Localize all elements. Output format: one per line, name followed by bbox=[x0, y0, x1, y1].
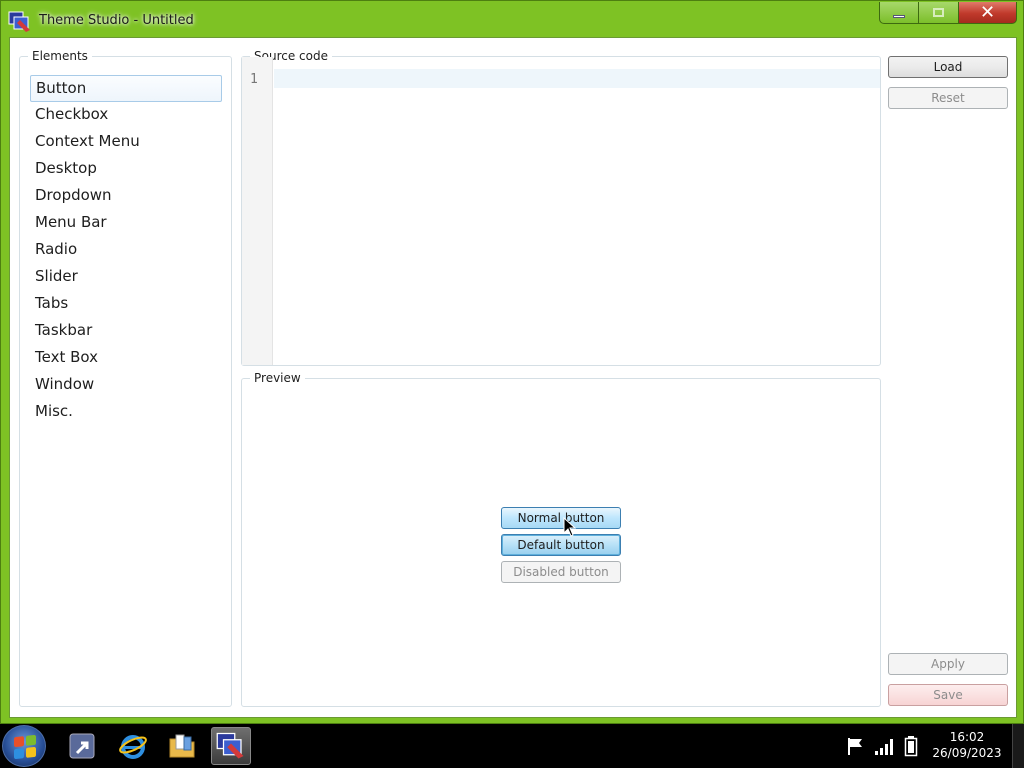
element-item-misc[interactable]: Misc. bbox=[30, 399, 222, 426]
load-button[interactable]: Load bbox=[888, 56, 1008, 78]
taskbar-file-explorer[interactable] bbox=[162, 727, 202, 765]
normal-button[interactable]: Normal button bbox=[501, 507, 621, 529]
taskbar-theme-studio[interactable] bbox=[211, 727, 251, 765]
line-number: 1 bbox=[250, 72, 258, 87]
network-signal-icon[interactable] bbox=[874, 736, 896, 756]
theme-studio-app-icon[interactable] bbox=[8, 10, 32, 34]
reset-button: Reset bbox=[888, 87, 1008, 109]
apply-button: Apply bbox=[888, 653, 1008, 675]
source-code-editor[interactable] bbox=[274, 69, 880, 88]
element-item-dropdown[interactable]: Dropdown bbox=[30, 183, 222, 210]
show-desktop-button[interactable] bbox=[1012, 724, 1024, 768]
element-item-window[interactable]: Window bbox=[30, 372, 222, 399]
save-button: Save bbox=[888, 684, 1008, 706]
taskbar: 16:02 26/09/2023 bbox=[0, 724, 1024, 768]
elements-group-label: Elements bbox=[28, 49, 92, 63]
source-code-group: Source code 1 bbox=[241, 49, 881, 366]
element-item-tabs[interactable]: Tabs bbox=[30, 291, 222, 318]
caption-buttons: ✕ bbox=[879, 2, 1017, 24]
elements-group: Elements Button Checkbox Context Menu De… bbox=[19, 49, 232, 707]
preview-label: Preview bbox=[250, 371, 305, 385]
taskbar-internet-explorer[interactable] bbox=[113, 727, 153, 765]
element-item-menu-bar[interactable]: Menu Bar bbox=[30, 210, 222, 237]
elements-list: Button Checkbox Context Menu Desktop Dro… bbox=[30, 75, 222, 426]
element-item-radio[interactable]: Radio bbox=[30, 237, 222, 264]
element-item-taskbar[interactable]: Taskbar bbox=[30, 318, 222, 345]
close-icon: ✕ bbox=[979, 1, 996, 23]
element-item-desktop[interactable]: Desktop bbox=[30, 156, 222, 183]
element-item-checkbox[interactable]: Checkbox bbox=[30, 102, 222, 129]
maximize-icon bbox=[933, 8, 944, 17]
element-item-context-menu[interactable]: Context Menu bbox=[30, 129, 222, 156]
element-item-button[interactable]: Button bbox=[30, 75, 222, 102]
clock-date: 26/09/2023 bbox=[932, 746, 1002, 760]
taskbar-clock[interactable]: 16:02 26/09/2023 bbox=[932, 729, 1002, 761]
folder-icon bbox=[169, 734, 195, 758]
battery-icon[interactable] bbox=[904, 735, 918, 757]
default-button[interactable]: Default button bbox=[501, 534, 621, 556]
maximize-button[interactable] bbox=[919, 2, 959, 24]
line-number-gutter: 1 bbox=[242, 57, 273, 365]
close-button[interactable]: ✕ bbox=[959, 2, 1017, 24]
start-button[interactable] bbox=[2, 725, 46, 767]
clock-time: 16:02 bbox=[949, 730, 985, 744]
system-tray bbox=[846, 724, 918, 768]
title-bar[interactable]: Theme Studio - Untitled ✕ bbox=[1, 1, 1023, 37]
minimize-icon bbox=[893, 15, 905, 18]
theme-studio-icon bbox=[216, 732, 244, 759]
window-title: Theme Studio - Untitled bbox=[39, 13, 194, 28]
mouse-cursor-icon bbox=[563, 517, 577, 537]
client-area: Elements Button Checkbox Context Menu De… bbox=[9, 37, 1017, 718]
taskbar-shortcut-icon[interactable] bbox=[62, 727, 102, 765]
app-window: Theme Studio - Untitled ✕ Elements Butto… bbox=[0, 0, 1024, 724]
disabled-button: Disabled button bbox=[501, 561, 621, 583]
element-item-text-box[interactable]: Text Box bbox=[30, 345, 222, 372]
internet-explorer-icon bbox=[119, 735, 147, 759]
action-center-flag-icon[interactable] bbox=[846, 736, 866, 756]
shortcut-icon bbox=[69, 733, 95, 759]
minimize-button[interactable] bbox=[879, 2, 919, 24]
element-item-slider[interactable]: Slider bbox=[30, 264, 222, 291]
windows-logo-icon bbox=[14, 734, 36, 760]
preview-group: Preview Normal button Default button Dis… bbox=[241, 371, 881, 707]
